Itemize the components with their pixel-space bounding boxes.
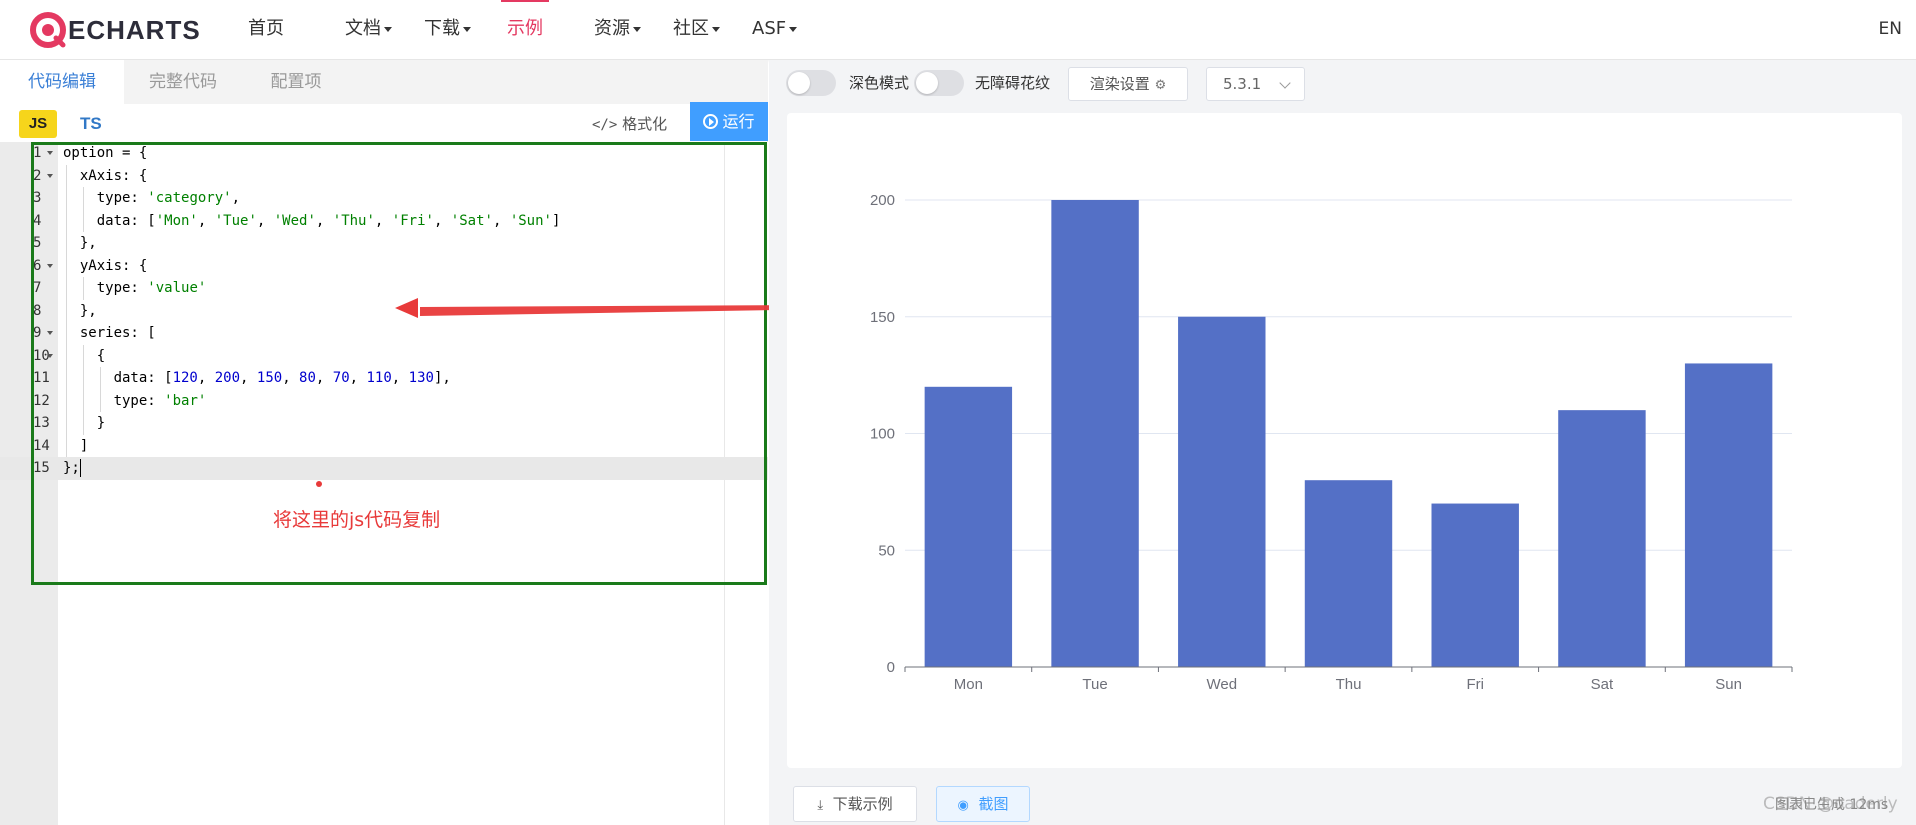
camera-icon: ◉ [957, 798, 969, 813]
x-tick-label: Tue [1082, 676, 1107, 693]
download-icon: ⤓ [817, 798, 824, 813]
chart-container: 0 50 100 150 200 Mon Tue Wed Thu Fri Sat Sun [787, 113, 1902, 768]
gear-icon: ⚙ [1154, 78, 1167, 93]
nav-item-4[interactable]: 资源 [594, 0, 641, 60]
nav-item-5[interactable]: 社区 [673, 0, 720, 60]
nav-item-0[interactable]: 首页 [248, 0, 284, 60]
nav-item-label: 文档 [345, 18, 381, 39]
echarts-logo[interactable]: ECHARTS [30, 10, 201, 50]
x-tick-label: Fri [1466, 676, 1484, 693]
screenshot-button[interactable]: ◉ 截图 [936, 786, 1030, 822]
nav-item-2[interactable]: 下载 [424, 0, 471, 60]
bar [924, 386, 1013, 667]
bar [1051, 200, 1139, 667]
preview-panel: 深色模式 无障碍花纹 渲染设置 ⚙ 5.3.1 0 50 100 150 200 Mon T… [769, 60, 1916, 825]
editor-toolbar: JS TS </> 格式化 [0, 104, 768, 140]
bar [1304, 480, 1393, 667]
x-tick-label: Sun [1715, 676, 1742, 693]
y-tick-label: 100 [870, 426, 895, 443]
nav-item-label: 示例 [507, 18, 543, 39]
nav-item-label: ASF [752, 18, 787, 39]
bar [1558, 410, 1646, 667]
bar [1684, 363, 1773, 667]
x-tick-label: Thu [1336, 676, 1362, 693]
screenshot-label: 截图 [978, 795, 1009, 813]
code-icon: </> [592, 117, 618, 133]
caret-down-icon [712, 26, 720, 32]
nav-item-1[interactable]: 文档 [345, 0, 392, 60]
caret-down-icon [633, 26, 641, 32]
render-settings-label: 渲染设置 [1089, 75, 1150, 93]
tab-code-edit[interactable]: 代码编辑 [0, 60, 124, 104]
lang-ts-button[interactable]: TS [80, 110, 102, 138]
bar [1178, 316, 1266, 667]
nav-item-6[interactable]: ASF [752, 0, 798, 60]
y-tick-label: 150 [870, 309, 895, 326]
caret-down-icon [789, 26, 798, 32]
nav-item-3[interactable]: 示例 [501, 0, 549, 60]
dark-mode-label: 深色模式 [849, 74, 910, 92]
format-label: 格式化 [622, 115, 668, 133]
run-label: 运行 [722, 112, 755, 131]
download-label: 下载示例 [832, 795, 893, 813]
aria-pattern-toggle[interactable] [914, 70, 964, 96]
tab-full-code[interactable]: 完整代码 [124, 60, 242, 104]
annotation-text: 将这里的js代码复制 [273, 509, 441, 531]
run-button[interactable]: 运行 [690, 102, 768, 141]
play-icon [703, 114, 719, 129]
bar [1431, 503, 1519, 667]
y-tick-label: 200 [870, 192, 895, 209]
echarts-logo-icon [30, 12, 66, 48]
dark-mode-toggle[interactable] [786, 70, 836, 96]
editor-tabs: 代码编辑 完整代码 配置项 [0, 60, 768, 104]
x-tick-label: Wed [1206, 676, 1237, 693]
top-navbar: ECHARTS 首页 文档 下载 示例 资源 社区 ASF EN [0, 0, 1916, 60]
y-tick-label: 50 [878, 542, 895, 559]
aria-pattern-label: 无障碍花纹 [975, 74, 1051, 92]
download-example-button[interactable]: ⤓ 下载示例 [793, 786, 917, 822]
watermark: CSDN @oaderly [1763, 794, 1898, 814]
version-select[interactable]: 5.3.1 [1206, 67, 1305, 101]
nav-item-label: 首页 [248, 18, 284, 39]
caret-down-icon [463, 26, 471, 32]
render-settings-button[interactable]: 渲染设置 ⚙ [1068, 67, 1188, 101]
version-value: 5.3.1 [1223, 75, 1262, 93]
logo-text: ECHARTS [68, 14, 201, 45]
tab-options[interactable]: 配置项 [242, 60, 350, 104]
nav-item-label: 下载 [424, 18, 460, 39]
lang-js-button[interactable]: JS [19, 110, 57, 138]
y-tick-label: 0 [887, 659, 895, 676]
caret-down-icon [384, 26, 392, 32]
language-switch[interactable]: EN [1879, 0, 1902, 58]
x-tick-label: Mon [954, 676, 983, 693]
nav-item-label: 社区 [673, 18, 709, 39]
chevron-down-icon [1279, 77, 1291, 89]
annotation-dot [316, 481, 322, 487]
bar-chart: 0 50 100 150 200 Mon Tue Wed Thu Fri Sat Sun [870, 192, 1793, 693]
format-button[interactable]: </> 格式化 [592, 110, 667, 138]
nav-item-label: 资源 [594, 18, 630, 39]
x-tick-label: Sat [1591, 676, 1614, 693]
